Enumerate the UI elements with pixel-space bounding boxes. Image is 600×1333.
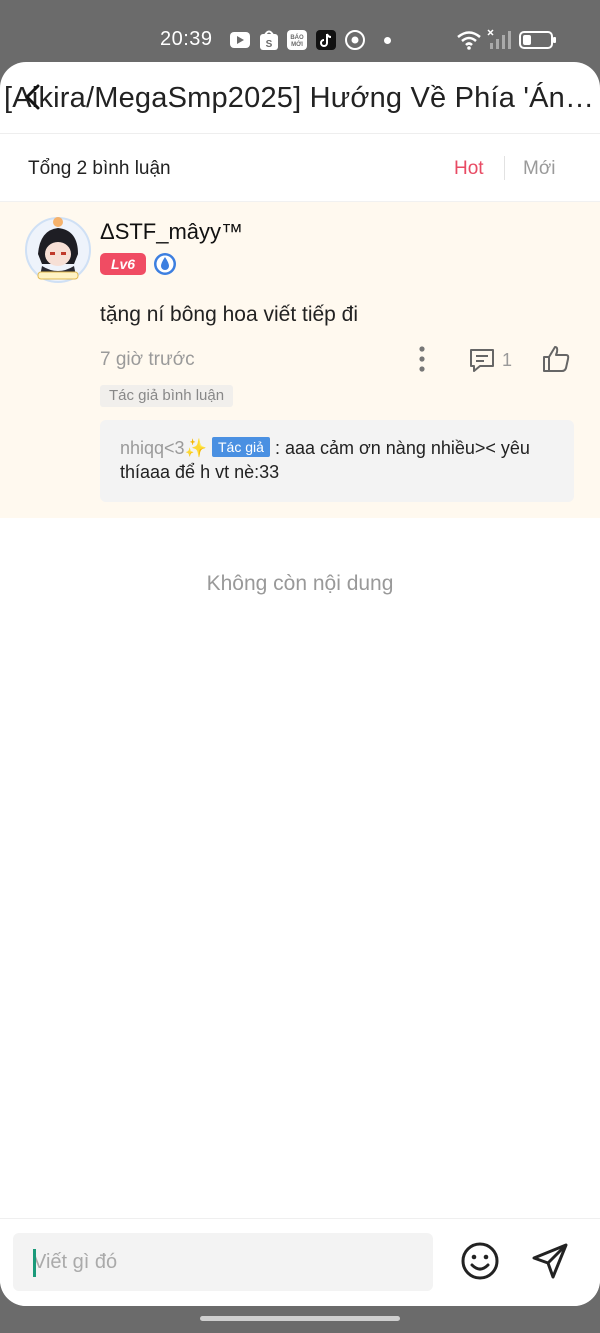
- author-comment-tag: Tác giả bình luận: [100, 385, 234, 407]
- like-thumb-icon[interactable]: [541, 344, 571, 374]
- avatar[interactable]: [24, 214, 92, 286]
- tiktok-icon: [316, 30, 336, 50]
- comment-text: tặng ní bông hoa viết tiếp đi: [100, 303, 359, 326]
- chrome-icon: [345, 30, 365, 50]
- back-arrow-icon[interactable]: [22, 84, 44, 110]
- comment-time: 7 giờ trước: [100, 349, 195, 370]
- signal-icon: [487, 29, 511, 49]
- tab-new[interactable]: Mới: [523, 158, 556, 180]
- level-badge: Lv6: [100, 253, 146, 275]
- comment-total: Tổng 2 bình luận: [28, 158, 171, 179]
- end-of-content: Không còn nội dung: [206, 572, 394, 595]
- text-caret: [33, 1249, 36, 1277]
- svg-text:S: S: [266, 39, 273, 50]
- tab-divider: [504, 156, 505, 180]
- battery-icon: [519, 31, 556, 49]
- comment-composer: [0, 1218, 600, 1306]
- svg-text:BÁO: BÁO: [290, 34, 304, 41]
- svg-text:MỚI: MỚI: [291, 40, 303, 48]
- status-bar: 20:39 S BÁO MỚI: [0, 0, 600, 62]
- reply-preview[interactable]: nhiqq<3✨ Tác giả : aaa cảm ơn nàng nhiều…: [100, 420, 574, 502]
- story-title: [Aikira/MegaSmp2025] Hướng Về Phía 'Ánh …: [4, 82, 600, 114]
- video-app-icon: [230, 32, 250, 48]
- tab-hot[interactable]: Hot: [454, 158, 484, 180]
- comment-input[interactable]: [13, 1233, 433, 1291]
- baomoi-icon: BÁOMỚI: [287, 30, 307, 50]
- comment-item: ΔSTF_mâyy™ Lv6 tặng ní bông hoa viết tiế…: [0, 202, 600, 518]
- author-badge: Tác giả: [212, 437, 270, 457]
- wifi-icon: [457, 31, 481, 50]
- reply-count: 1: [502, 350, 513, 370]
- shopee-icon: S: [260, 30, 278, 50]
- header: [Aikira/MegaSmp2025] Hướng Về Phía 'Ánh …: [0, 62, 600, 134]
- reply-comment-icon[interactable]: [468, 346, 496, 374]
- notification-dot: [384, 37, 391, 44]
- comments-sheet: [Aikira/MegaSmp2025] Hướng Về Phía 'Ánh …: [0, 62, 600, 1306]
- reply-username[interactable]: nhiqq<3✨: [120, 438, 207, 458]
- emoji-icon[interactable]: [460, 1241, 500, 1281]
- home-indicator[interactable]: [200, 1316, 400, 1321]
- send-icon[interactable]: [530, 1241, 570, 1281]
- comment-username[interactable]: ΔSTF_mâyy™: [100, 219, 243, 245]
- status-time: 20:39: [160, 28, 213, 50]
- more-vertical-icon[interactable]: [412, 345, 432, 373]
- comments-tabs-bar: Tổng 2 bình luận Hot Mới: [0, 134, 600, 202]
- vip-drop-icon: [154, 253, 176, 275]
